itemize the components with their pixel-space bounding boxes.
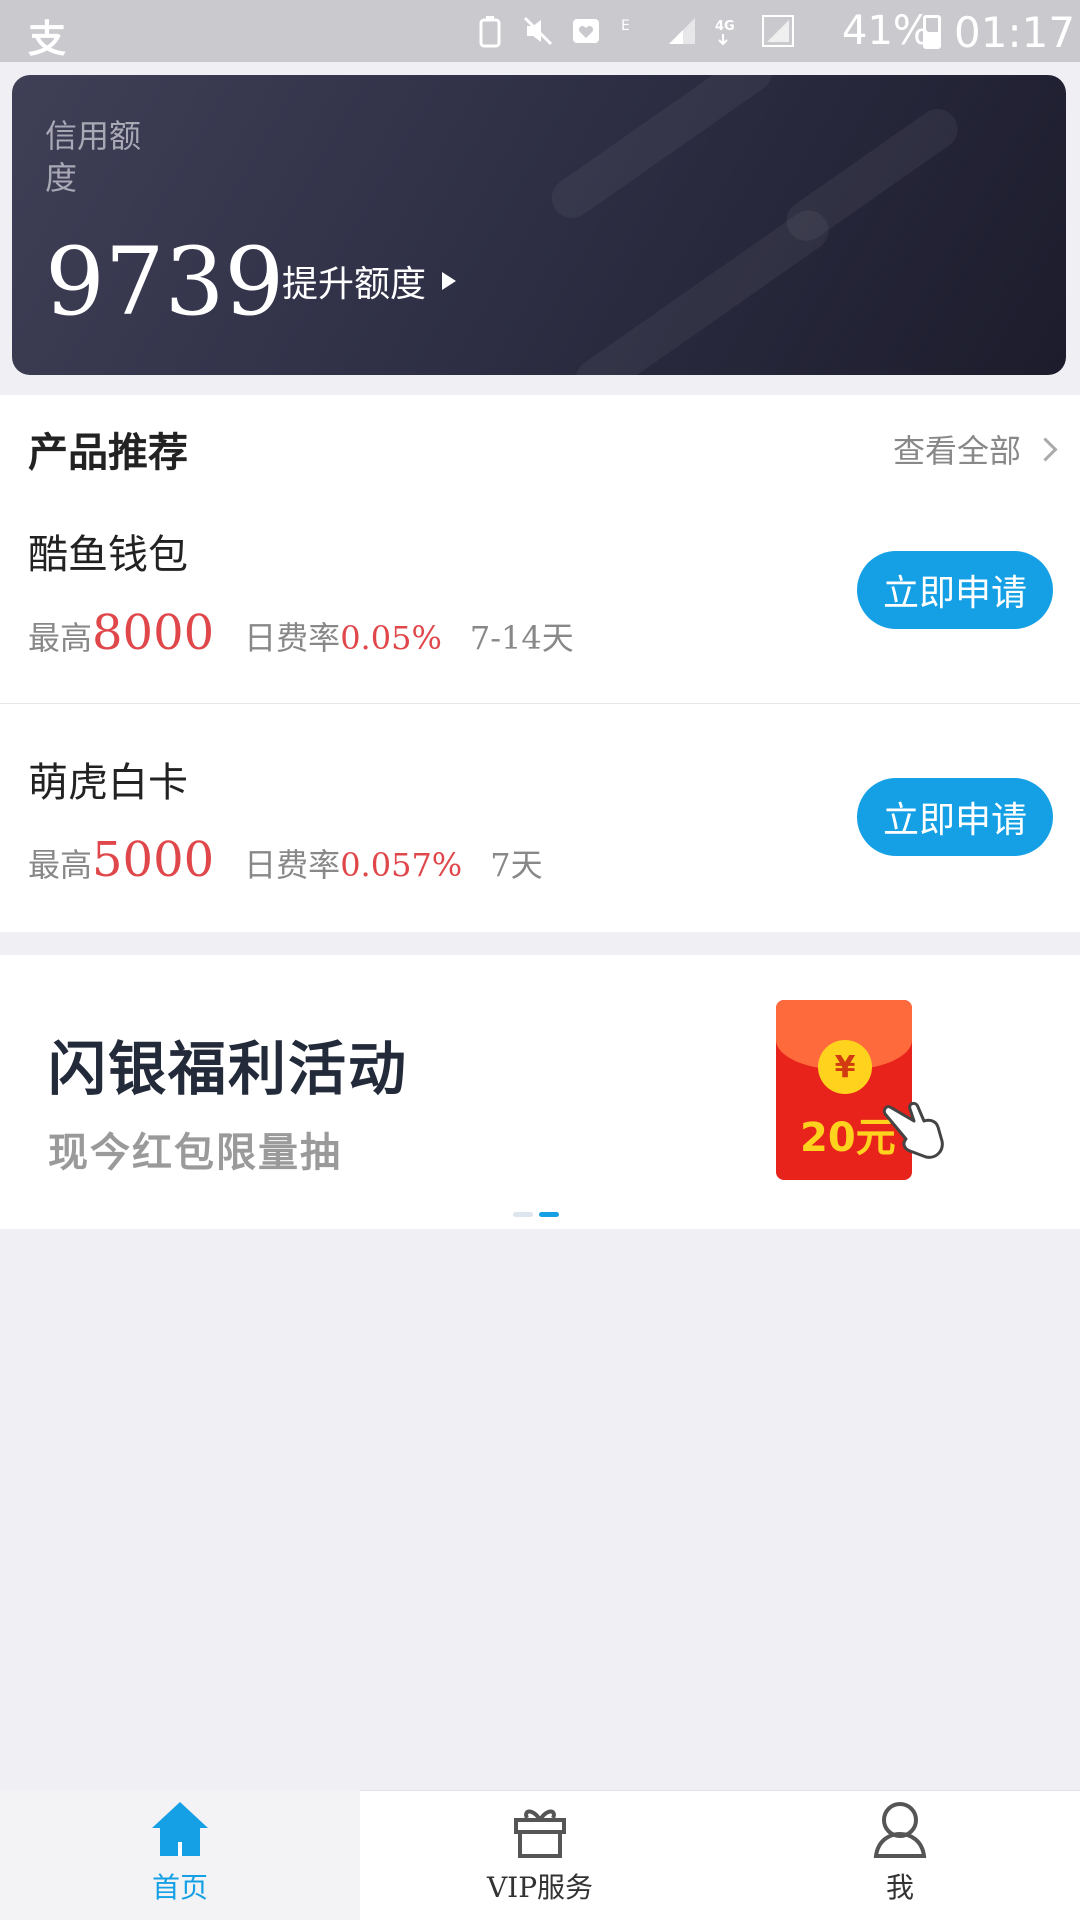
rate-label: 日费率 [244,619,341,657]
loan-term: 7天 [490,846,543,884]
card-decoration [544,75,780,226]
battery-percent: 41% [842,8,931,54]
tab-me-label: 我 [885,1871,914,1904]
max-amount: 5000 [92,832,215,888]
card-decoration [567,202,837,375]
tab-vip[interactable]: VIP服务 [360,1790,720,1920]
banner-title: 闪银福利活动 [48,1035,409,1103]
product-meta: 最高 8000 日费率 0.05% 7-14天 [28,605,574,661]
mute-icon [523,16,553,46]
view-all-label: 查看全部 [893,432,1022,470]
pointing-hand-icon [882,1101,944,1159]
apply-button[interactable]: 立即申请 [857,778,1053,856]
max-label: 最高 [28,846,93,884]
home-icon [152,1802,208,1856]
svg-text:4G: 4G [715,19,735,34]
loan-term: 7-14天 [469,619,574,657]
tab-home-label: 首页 [151,1871,208,1904]
rate-label: 日费率 [244,846,341,884]
rate-value: 0.05% [340,619,442,657]
raise-limit-link[interactable]: 提升额度 [282,255,457,307]
max-label: 最高 [28,619,93,657]
user-icon [873,1802,927,1858]
tab-vip-label: VIP服务 [486,1871,594,1904]
raise-limit-label: 提升额度 [282,264,427,305]
battery-level [926,32,938,46]
svg-text:E: E [621,18,630,34]
yuan-coin-icon: ¥ [818,1040,872,1094]
4g-icon: 4G [715,19,735,46]
play-arrow-icon [442,272,457,290]
product-meta: 最高 5000 日费率 0.057% 7天 [28,832,543,888]
status-icons: E 4G [473,10,795,52]
credit-limit-label: 信用额度 [45,117,142,197]
apply-button[interactable]: 立即申请 [857,551,1053,629]
banner-subtitle: 现今红包限量抽 [48,1130,342,1176]
tab-me[interactable]: 我 [720,1790,1080,1920]
product-name: 酷鱼钱包 [28,532,188,578]
clock: 01:17 [954,8,1076,57]
view-all-link[interactable]: 查看全部 [893,426,1058,472]
carousel-dot-active[interactable] [539,1212,559,1217]
gift-icon [514,1809,566,1858]
product-name: 萌虎白卡 [28,760,188,806]
carousel-dot[interactable] [513,1212,533,1217]
section-title: 产品推荐 [28,429,188,476]
carousel-indicator [513,1212,559,1217]
heart-message-icon [573,19,599,43]
chevron-right-icon [1033,436,1058,462]
edge-network-icon: E [621,18,630,34]
tab-home[interactable]: 首页 [0,1790,360,1920]
max-amount: 8000 [92,605,215,661]
rate-value: 0.057% [340,846,463,884]
credit-limit-amount: 9739 [45,228,285,337]
recycle-battery-icon [479,16,501,48]
signal-box-icon [762,15,794,47]
signal-icon [669,18,695,44]
alipay-notification-icon: 支 [28,17,67,61]
